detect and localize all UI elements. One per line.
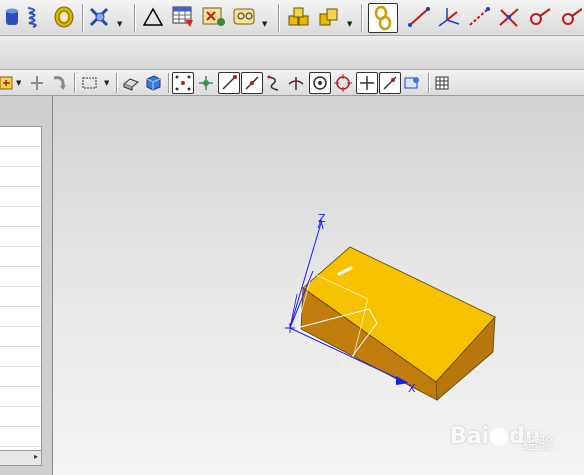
grid-edit-icon[interactable]	[201, 5, 227, 29]
list-item[interactable]	[0, 267, 41, 287]
list-item[interactable]	[0, 387, 41, 407]
list-item[interactable]	[0, 207, 41, 227]
axis-icon[interactable]	[436, 5, 462, 29]
list-item[interactable]	[0, 227, 41, 247]
list-item[interactable]	[0, 347, 41, 367]
x-axis-label: X	[408, 382, 416, 395]
graphics-viewport[interactable]: Z X	[53, 96, 584, 475]
existing-point-icon[interactable]	[379, 72, 401, 94]
list-item[interactable]	[0, 247, 41, 267]
intersect-line-icon[interactable]	[496, 5, 522, 29]
toolbar-separator	[361, 4, 362, 32]
dropdown-arrow-icon[interactable]: ▼	[104, 79, 109, 87]
dropdown-arrow-icon[interactable]: ▼	[16, 79, 21, 87]
list-item[interactable]	[0, 147, 41, 167]
toolbar-separator	[278, 4, 279, 32]
rotate-icon[interactable]	[50, 73, 68, 93]
shaded-cube-icon[interactable]	[143, 73, 163, 93]
point-set-icon[interactable]	[232, 5, 258, 29]
table-grid-icon[interactable]	[432, 73, 452, 93]
dropdown-arrow-icon[interactable]: ▼	[117, 20, 122, 28]
chain-icon[interactable]	[368, 3, 398, 33]
toolbar-separator	[134, 4, 135, 32]
view-orient-icon[interactable]	[121, 73, 141, 93]
model-canvas[interactable]: Z X	[53, 96, 584, 475]
list-item[interactable]	[0, 367, 41, 387]
line-icon[interactable]	[406, 5, 432, 29]
snap-grid-icon[interactable]	[196, 73, 216, 93]
arc-center-icon[interactable]	[309, 72, 331, 94]
coil-icon[interactable]	[52, 5, 76, 29]
table-icon[interactable]	[171, 5, 195, 29]
list-item[interactable]	[0, 187, 41, 207]
horizontal-scrollbar[interactable]: ▸	[0, 450, 42, 466]
part-navigator-panel	[0, 96, 53, 475]
list-item[interactable]	[0, 287, 41, 307]
circle-line-icon[interactable]	[556, 5, 582, 29]
list-item[interactable]	[0, 327, 41, 347]
scroll-right-arrow-icon[interactable]: ▸	[34, 452, 38, 461]
control-point-icon[interactable]	[264, 73, 284, 93]
list-item[interactable]	[0, 407, 41, 427]
tangent-icon[interactable]	[402, 73, 422, 93]
selection-box-icon[interactable]	[80, 73, 100, 93]
toolbar-dock-area	[0, 36, 584, 70]
database-icon[interactable]	[2, 6, 22, 28]
toolbar-separator	[74, 73, 75, 93]
move-icon[interactable]	[28, 73, 46, 93]
new-sketch-icon[interactable]	[0, 73, 14, 93]
list-item[interactable]	[0, 427, 41, 447]
toolbar-separator	[116, 73, 117, 93]
z-axis-label: Z	[318, 212, 326, 225]
selection-toolbar: ▼ ▼	[0, 70, 584, 96]
toolbar-separator	[428, 73, 429, 93]
dropdown-arrow-icon[interactable]: ▼	[262, 20, 267, 28]
spring-icon[interactable]	[24, 4, 44, 30]
sketch-tools-icon[interactable]	[86, 4, 114, 30]
paw-icon	[490, 428, 509, 446]
main-toolbar: ▼ ▼ ▼	[0, 0, 584, 36]
toolbar-separator	[82, 4, 83, 32]
arc-point-icon[interactable]	[527, 5, 553, 29]
datum-line	[289, 293, 298, 329]
intersection-icon[interactable]	[286, 73, 306, 93]
triangle-icon[interactable]	[142, 6, 164, 28]
list-item[interactable]	[0, 307, 41, 327]
point-on-curve-icon[interactable]	[356, 72, 378, 94]
watermark-sub: 经验	[522, 434, 555, 453]
part-navigator-list[interactable]	[0, 126, 42, 466]
endpoint-icon[interactable]	[218, 72, 240, 94]
list-item[interactable]	[0, 127, 41, 147]
component-icon[interactable]	[316, 5, 342, 29]
assembly-icon[interactable]	[286, 5, 312, 29]
midpoint-icon[interactable]	[241, 72, 263, 94]
snap-points-icon[interactable]	[172, 72, 194, 94]
dropdown-arrow-icon[interactable]: ▼	[347, 20, 352, 28]
list-border	[41, 126, 42, 466]
dashed-line-icon[interactable]	[466, 5, 492, 29]
origin-marker	[285, 323, 295, 333]
quadrant-icon[interactable]	[333, 73, 353, 93]
toolbar-separator	[168, 73, 169, 93]
list-item[interactable]	[0, 167, 41, 187]
